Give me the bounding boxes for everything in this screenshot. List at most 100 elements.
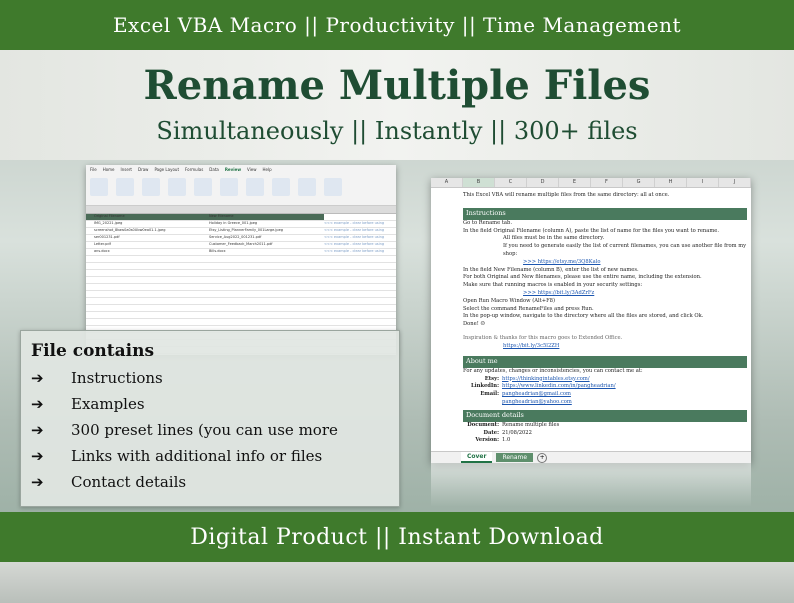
table-cell: ser001231.pdf [94, 235, 120, 239]
table-cell: <<< example - clear before using [324, 242, 385, 246]
empty-row [86, 312, 396, 319]
ribbon-button [220, 178, 238, 196]
ribbon-button [168, 178, 186, 196]
doc-row: Date: 21/08/2022 [463, 430, 747, 438]
table-cell: Etsy_Listing_PlannerFamily_001Large.jpeg [209, 228, 283, 232]
inspiration-note: Inspiration & thanks for this macro goes… [463, 334, 623, 341]
ribbon-tab: Help [262, 167, 272, 172]
file-contains-box: File contains ➔ Instructions ➔ Examples ➔ 3… [20, 330, 400, 507]
table-cell: <<< example - clear before using [324, 235, 385, 239]
empty-row [86, 277, 396, 284]
about-section: About me For any updates, changes or inc… [463, 356, 747, 407]
arrow-right-icon: ➔ [31, 395, 44, 413]
table-row: ans.docx Bills.docx <<< example - clear … [86, 249, 396, 256]
column-letter: C [495, 178, 527, 187]
doc-label: Document: [467, 421, 499, 428]
top-banner: Excel VBA Macro || Productivity || Time … [0, 0, 794, 50]
ribbon-button [194, 178, 212, 196]
instruction-line: Go to Rename tab. [463, 219, 512, 226]
feature-item: ➔ Links with additional info or files [31, 447, 322, 465]
feature-label: Instructions [71, 369, 163, 387]
linkedin-link[interactable]: https://www.linkedin.com/in/pangheadrian… [502, 383, 616, 389]
main-title: Rename Multiple Files [143, 62, 651, 109]
table-header-row: Original Filename New Filename [86, 214, 396, 221]
feature-label: 300 preset lines (you can use more [71, 421, 338, 439]
table-cell: IMG_20221.jpeg [94, 221, 123, 225]
ribbon-button [324, 178, 342, 196]
table-cell: <<< example - clear before using [324, 228, 385, 232]
excel-screenshot-rename-sheet: File Home Insert Draw Page Layout Formulas Dat… [86, 165, 396, 355]
contact-label: Email: [480, 391, 499, 398]
doc-value: Rename multiple files [502, 421, 560, 428]
contact-label: Etsy: [484, 375, 499, 382]
column-header-row [86, 206, 396, 214]
sheet-tab-bar: Cover Rename + [431, 451, 751, 463]
screenshot-reflection [431, 463, 751, 507]
column-letter: G [623, 178, 655, 187]
instruction-line: Make sure that running macros is enabled… [463, 282, 643, 289]
instruction-link[interactable]: >>> https://etsy.me/3Q8Kalo [463, 259, 747, 267]
empty-row [86, 298, 396, 305]
empty-row [86, 256, 396, 263]
instruction-line: For both Original and New filenames, ple… [463, 274, 702, 281]
instruction-line: In the pop-up window, navigate to the di… [463, 313, 704, 320]
column-header: New Filename [209, 214, 324, 220]
etsy-link[interactable]: https://thinkingintables.etsy.com/ [502, 376, 590, 382]
doc-row: Document: Rename multiple files [463, 422, 747, 430]
feature-label: Contact details [71, 473, 187, 491]
column-letter: H [655, 178, 687, 187]
doc-label: Date: [483, 429, 499, 436]
document-details-section: Document details Document: Rename multipl… [463, 410, 747, 445]
table-cell: <<< example - clear before using [324, 221, 385, 225]
instructions-title: Instructions [463, 208, 747, 220]
ribbon-tab: Review [224, 167, 242, 172]
tab-rename[interactable]: Rename [496, 453, 534, 462]
ribbon-button [90, 178, 108, 196]
instruction-line: All files must be in the same directory. [503, 235, 605, 242]
ribbon-tab: Data [209, 167, 219, 172]
contact-row: LinkedIn: https://www.linkedin.com/in/pan… [463, 383, 747, 391]
contact-row: Etsy: https://thinkingintables.etsy.com/ [463, 376, 747, 384]
column-letter: I [687, 178, 719, 187]
contact-row: Email: pangheadrian@gmail.com [463, 391, 747, 399]
table-row: ser001231.pdf Service_Aug2022_001231.pdf… [86, 235, 396, 242]
ribbon-button [272, 178, 290, 196]
column-letters: A B C D E F G H I J [431, 178, 751, 188]
about-intro: For any updates, changes or inconsistenc… [463, 367, 643, 374]
add-sheet-icon[interactable]: + [537, 452, 548, 463]
instruction-link[interactable]: >>> https://bit.ly/3AdZrFz [463, 290, 747, 298]
subtitle: Simultaneously || Instantly || 300+ file… [156, 117, 638, 145]
about-title: About me [463, 356, 747, 368]
feature-label: Examples [71, 395, 145, 413]
empty-row [86, 305, 396, 312]
ribbon-button [298, 178, 316, 196]
email-link[interactable]: pangheadrian@gmail.com [502, 391, 571, 397]
feature-item: ➔ 300 preset lines (you can use more [31, 421, 338, 439]
ribbon-button [116, 178, 134, 196]
feature-item: ➔ Examples [31, 395, 145, 413]
arrow-right-icon: ➔ [31, 447, 44, 465]
ribbon-tab: Insert [120, 167, 132, 172]
ribbon-tab: View [247, 167, 257, 172]
column-letter: D [527, 178, 559, 187]
contact-label: LinkedIn: [470, 383, 499, 390]
email-link[interactable]: pangheadrian@yahoo.com [502, 399, 572, 405]
instruction-line: In the field New Filename (column B), en… [463, 266, 639, 273]
inspiration-link[interactable]: https://bit.ly/3c5l2ZH [463, 343, 747, 351]
instruction-line: Open Run Macro Window (Alt+F8) [463, 297, 555, 304]
table-cell: Bills.docx [209, 249, 226, 253]
file-contains-title: File contains [31, 341, 155, 361]
empty-row [86, 291, 396, 298]
table-cell: Customer_Feedback_March2011.pdf [209, 242, 273, 246]
feature-item: ➔ Instructions [31, 369, 163, 387]
tab-cover[interactable]: Cover [461, 452, 493, 463]
table-cell: Service_Aug2022_001231.pdf [209, 235, 262, 239]
ribbon-groups [86, 174, 396, 200]
empty-row [86, 263, 396, 270]
bottom-banner: Digital Product || Instant Download [0, 512, 794, 562]
arrow-right-icon: ➔ [31, 473, 44, 491]
ribbon-tab: File [90, 167, 97, 172]
ribbon-button [246, 178, 264, 196]
ribbon-button [142, 178, 160, 196]
cover-intro: This Excel VBA will rename multiple file… [463, 192, 670, 198]
